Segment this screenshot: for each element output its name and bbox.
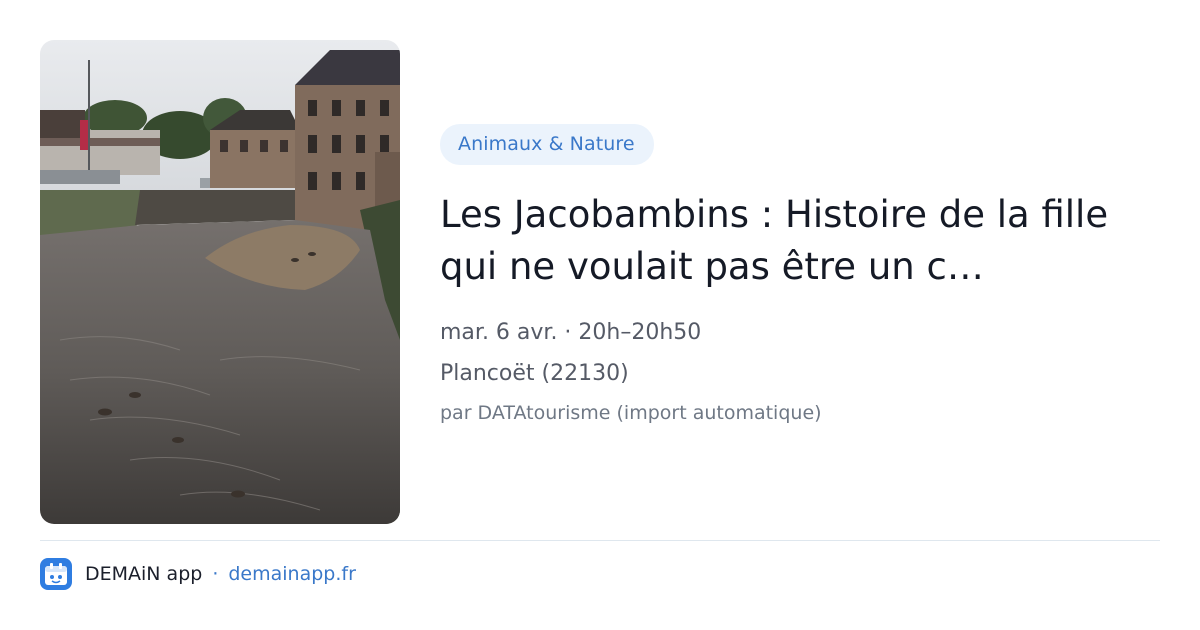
calendar-face-icon[interactable]: [40, 558, 72, 590]
app-name: DEMAiN app: [85, 563, 203, 585]
event-source: par DATAtourisme (import automatique): [440, 402, 822, 424]
category-tag[interactable]: Animaux & Nature: [440, 124, 654, 165]
event-photo[interactable]: [40, 40, 400, 524]
app-url-link[interactable]: demainapp.fr: [228, 563, 356, 585]
event-details: Animaux & Nature Les Jacobambins : Histo…: [440, 124, 1140, 424]
event-datetime: mar. 6 avr. · 20h–20h50: [440, 320, 702, 345]
footer-separator: ·: [212, 563, 219, 585]
footer: DEMAiN app · demainapp.fr: [40, 557, 356, 591]
event-location: Plancoët (22130): [440, 361, 629, 386]
event-photo-illustration: [40, 40, 400, 524]
footer-divider: [40, 540, 1160, 541]
event-title[interactable]: Les Jacobambins : Histoire de la fille q…: [440, 189, 1120, 293]
